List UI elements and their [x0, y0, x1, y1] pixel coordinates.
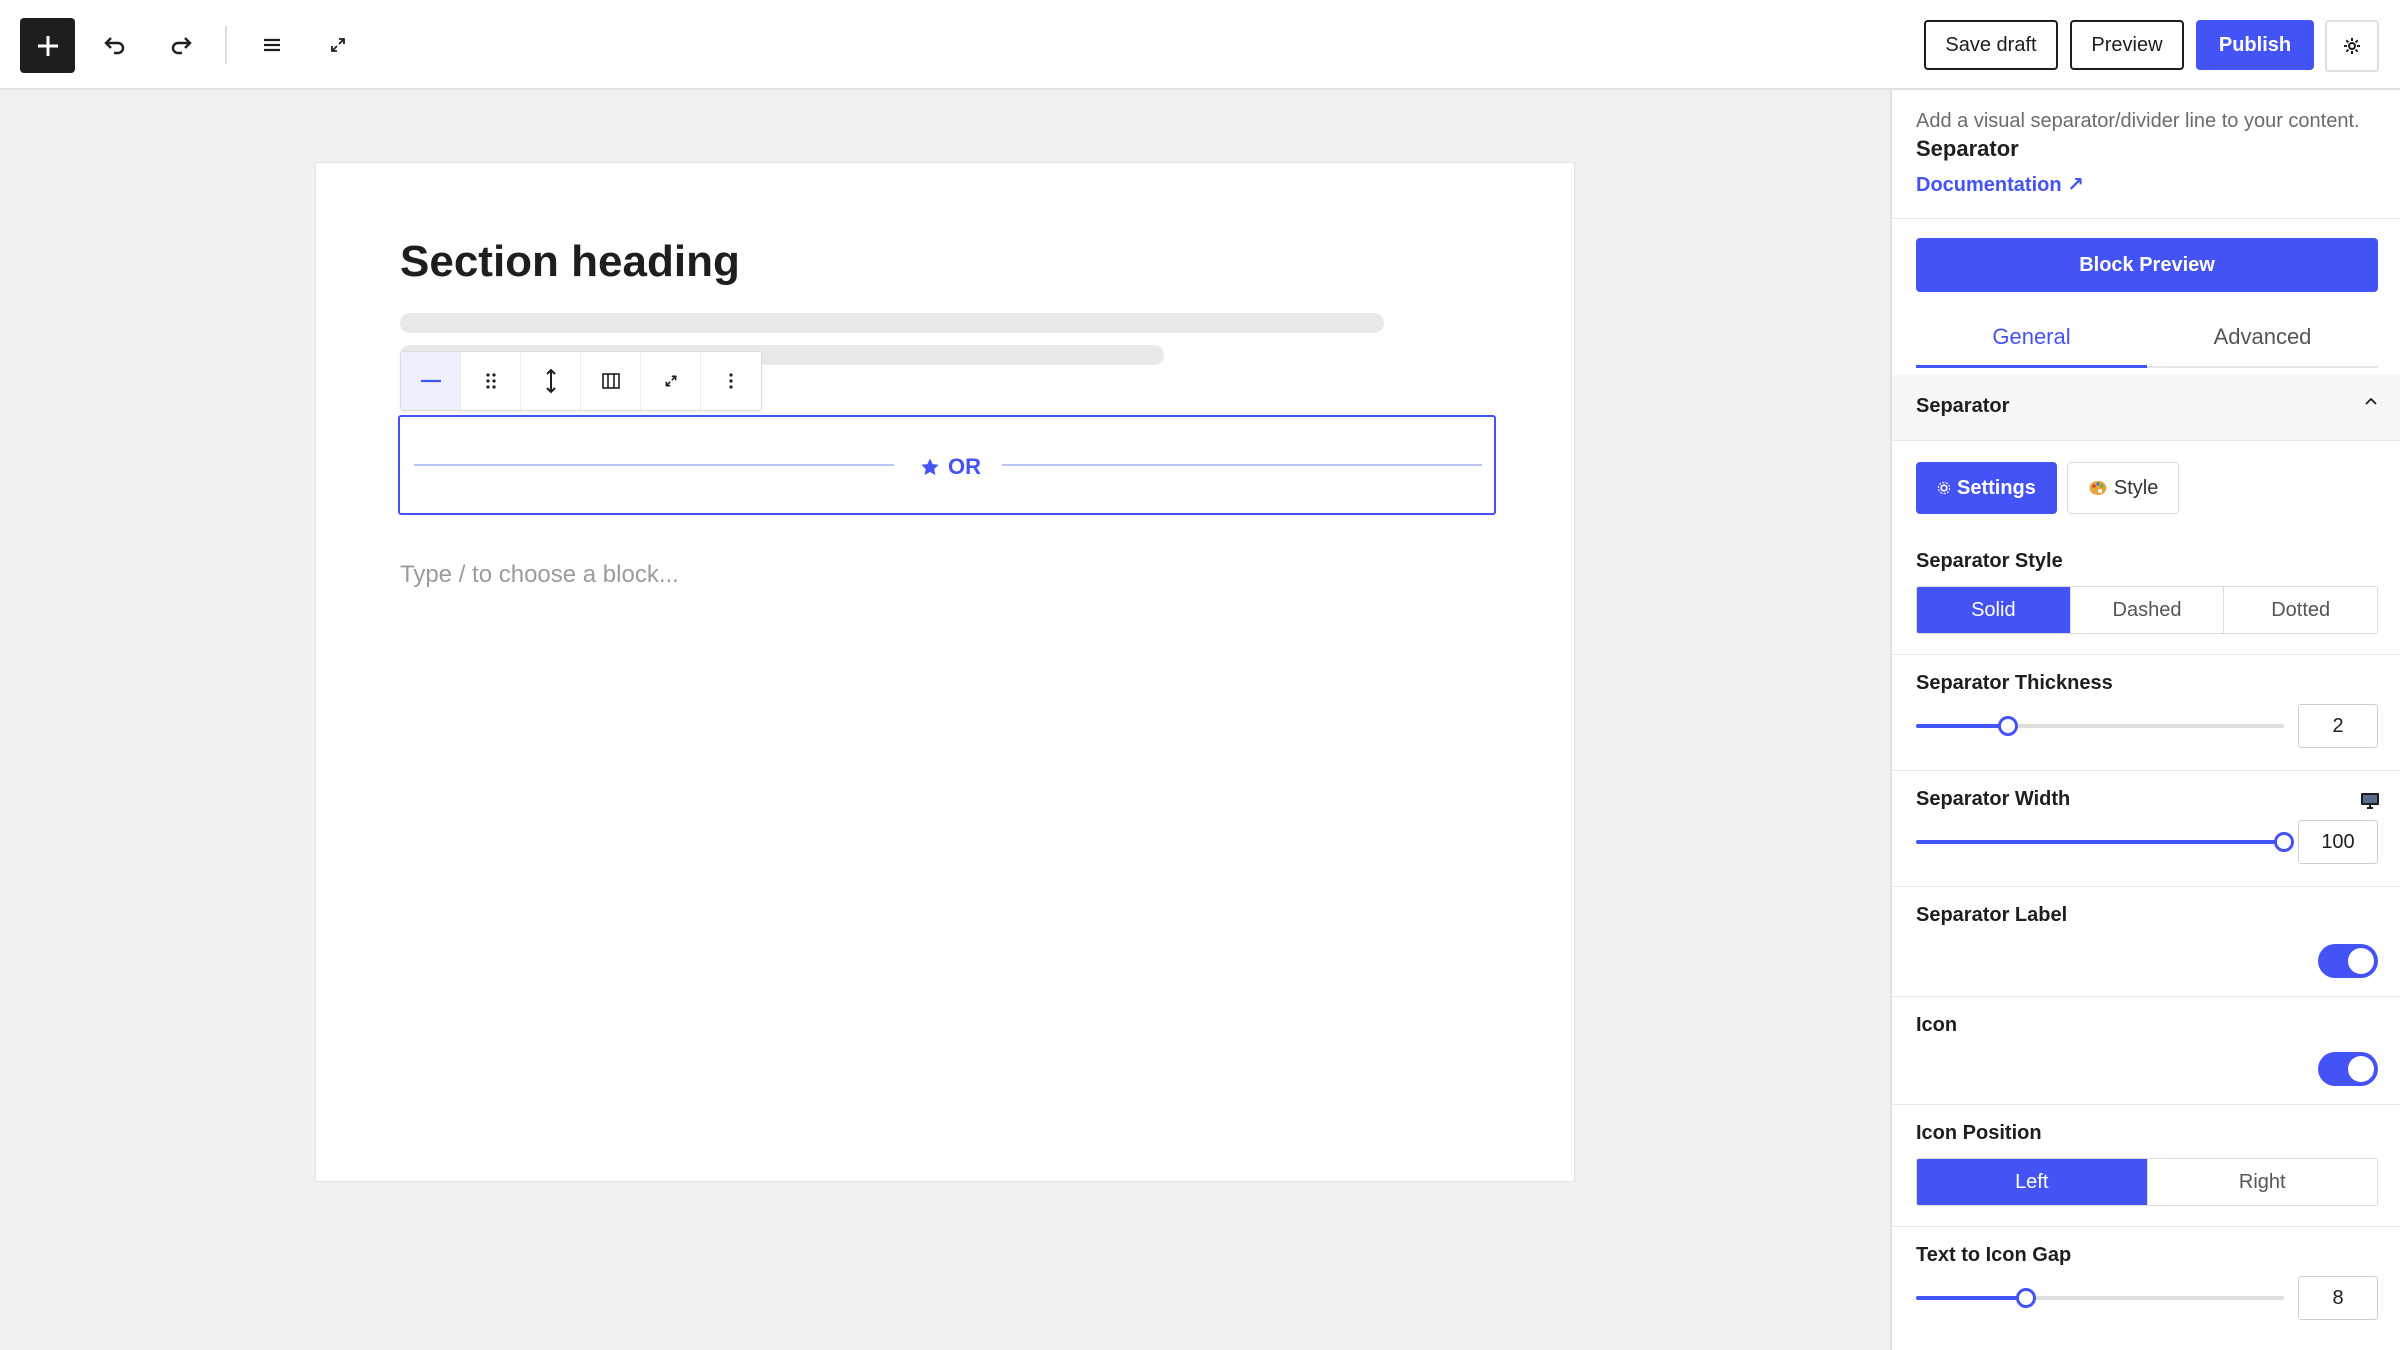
gear-icon [1937, 481, 1951, 495]
drag-handle[interactable] [461, 352, 521, 410]
full-width-button[interactable] [641, 352, 701, 410]
separator-label: OR [920, 447, 981, 487]
add-block-button[interactable] [20, 18, 75, 73]
separator-style-control: Solid Dashed Dotted [1916, 586, 2378, 634]
block-preview-button[interactable]: Block Preview [1916, 238, 2378, 292]
more-options-button[interactable] [701, 352, 761, 410]
separator-width-slider[interactable] [1916, 832, 2294, 852]
block-toolbar [400, 351, 762, 411]
toggle-knob [2348, 948, 2374, 974]
slider-thumb[interactable] [2274, 832, 2294, 852]
separator-style-label: Separator Style [1916, 550, 2063, 572]
slider-thumb[interactable] [1998, 716, 2018, 736]
palette-icon [2089, 481, 2107, 495]
list-view-button[interactable] [249, 22, 295, 68]
sidebar-divider [1892, 996, 2400, 997]
expand-icon [665, 375, 676, 387]
style-option-dotted[interactable]: Dotted [2224, 587, 2377, 633]
settings-button[interactable] [2325, 20, 2379, 72]
gear-icon [2344, 38, 2360, 54]
separator-thickness-label: Separator Thickness [1916, 672, 2113, 694]
separator-line-right [1002, 464, 1482, 466]
separator-label-toggle-label: Separator Label [1916, 904, 2068, 926]
icon-position-left[interactable]: Left [1917, 1159, 2148, 1205]
expand-icon [331, 38, 345, 52]
documentation-link[interactable]: Documentation ↗ [1916, 172, 2084, 197]
slider-fill [1916, 724, 2008, 728]
drag-icon [485, 373, 496, 389]
undo-button[interactable] [92, 22, 138, 68]
icon-gap-label: Text to Icon Gap [1916, 1244, 2072, 1266]
redo-button[interactable] [158, 22, 204, 68]
undo-icon [104, 37, 125, 55]
sidebar-divider [1892, 218, 2400, 219]
align-button[interactable] [581, 352, 641, 410]
separator-panel-header[interactable]: Separator [1892, 375, 2400, 441]
desktop-icon[interactable] [2360, 792, 2380, 810]
align-icon [601, 373, 620, 389]
icon-position-label: Icon Position [1916, 1122, 2042, 1144]
block-type-button[interactable] [401, 352, 461, 410]
slider-thumb[interactable] [2016, 1288, 2036, 1308]
move-vertical-icon [545, 368, 556, 394]
section-heading[interactable]: Section heading [400, 237, 740, 287]
icon-position-right[interactable]: Right [2147, 1159, 2377, 1205]
preview-button[interactable]: Preview [2070, 20, 2184, 70]
subtab-settings-label: Settings [1957, 476, 2036, 499]
subtab-style-label: Style [2113, 476, 2159, 499]
sidebar-divider [1892, 1104, 2400, 1105]
publish-button[interactable]: Publish [2196, 20, 2314, 70]
separator-width-input[interactable]: 100 [2298, 820, 2378, 864]
sidebar-divider [1892, 886, 2400, 887]
chevron-up-icon [2365, 397, 2377, 405]
save-draft-button[interactable]: Save draft [1924, 20, 2058, 70]
tab-general[interactable]: General [1916, 308, 2147, 368]
fullscreen-button[interactable] [315, 22, 361, 68]
editor-page: Section heading OR Type / to choose a bl… [315, 162, 1575, 1182]
star-icon [921, 458, 939, 475]
toggle-knob [2348, 1056, 2374, 1082]
sidebar-divider [1892, 1226, 2400, 1227]
separator-line-left [414, 464, 894, 466]
redo-icon [171, 37, 192, 55]
block-description: Add a visual separator/divider line to y… [1916, 110, 2360, 132]
block-name: Separator [1916, 136, 2019, 161]
style-option-dashed[interactable]: Dashed [2070, 587, 2225, 633]
style-option-solid[interactable]: Solid [1917, 587, 2071, 633]
separator-label-text: OR [948, 454, 981, 479]
separator-thickness-slider[interactable] [1916, 716, 2284, 736]
list-view-icon [264, 38, 280, 52]
move-button[interactable] [521, 352, 581, 410]
sidebar-divider [1892, 770, 2400, 771]
tab-advanced[interactable]: Advanced [2147, 308, 2378, 366]
plus-icon [37, 35, 58, 56]
icon-gap-slider[interactable] [1916, 1288, 2284, 1308]
block-placeholder[interactable]: Type / to choose a block... [400, 561, 679, 589]
slider-fill [1916, 840, 2284, 844]
separator-label-toggle[interactable] [2318, 944, 2378, 978]
separator-icon [420, 379, 441, 383]
panel-subtabs: Settings Style [1916, 462, 2180, 514]
icon-toggle-label: Icon [1916, 1014, 1958, 1036]
editor-canvas: Section heading OR Type / to choose a bl… [0, 90, 1890, 1350]
icon-gap-input[interactable]: 8 [2298, 1276, 2378, 1320]
more-vertical-icon [729, 373, 733, 389]
panel-title: Separator [1916, 395, 2010, 417]
separator-block[interactable]: OR [398, 415, 1496, 515]
toolbar-divider [225, 26, 227, 64]
sidebar-tabs: General Advanced [1916, 308, 2378, 368]
subtab-settings[interactable]: Settings [1916, 462, 2057, 514]
icon-toggle[interactable] [2318, 1052, 2378, 1086]
subtab-style[interactable]: Style [2066, 462, 2180, 514]
settings-sidebar: Add a visual separator/divider line to y… [1890, 90, 2400, 1350]
top-toolbar: Save draft Preview Publish [0, 0, 2400, 90]
paragraph-skeleton-line [400, 313, 1384, 333]
separator-width-label: Separator Width [1916, 788, 2071, 810]
slider-fill [1916, 1296, 2026, 1300]
icon-position-control: Left Right [1916, 1158, 2378, 1206]
separator-thickness-input[interactable]: 2 [2298, 704, 2378, 748]
sidebar-divider [1892, 654, 2400, 655]
